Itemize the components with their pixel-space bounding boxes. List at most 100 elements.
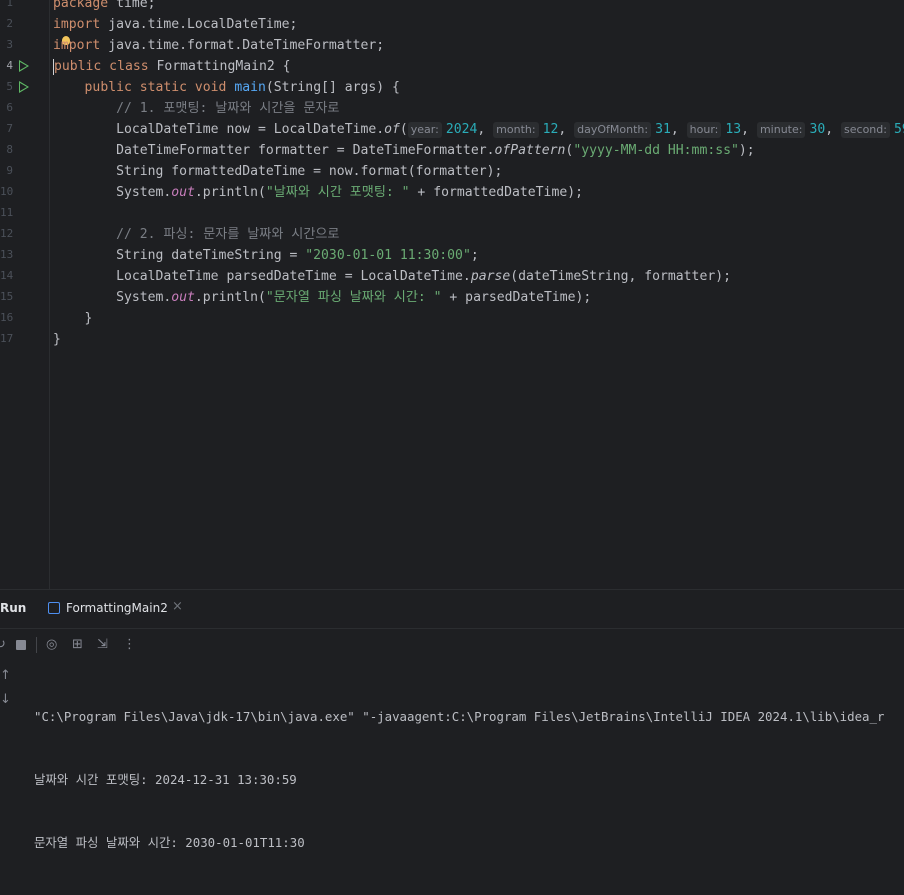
code-text: .println( bbox=[194, 290, 266, 305]
line-number: 9 bbox=[6, 164, 13, 177]
method-name: main bbox=[234, 80, 266, 95]
run-main-icon[interactable] bbox=[19, 81, 29, 93]
string-literal: "문자열 파싱 날짜와 시간: " bbox=[265, 290, 442, 305]
code-text: } bbox=[84, 311, 93, 326]
toolbar-divider bbox=[36, 637, 37, 653]
code-line-17[interactable]: 17 } bbox=[0, 329, 904, 350]
code-editor[interactable]: 1 package time; 2 import java.time.Local… bbox=[0, 0, 904, 589]
line-number: 6 bbox=[6, 101, 13, 114]
param-hint: minute: bbox=[756, 122, 806, 138]
comment: // 1. 포맷팅: 날짜와 시간을 문자로 bbox=[116, 101, 340, 116]
run-class-icon[interactable] bbox=[19, 60, 29, 72]
code-line-11[interactable]: 11 bbox=[0, 203, 904, 224]
param-hint: second: bbox=[841, 122, 890, 138]
param-hint: dayOfMonth: bbox=[574, 122, 652, 138]
run-tab-bar: Run FormattingMain2 × bbox=[0, 590, 904, 629]
keyword: public static void bbox=[84, 80, 227, 95]
code-line-6[interactable]: 6 // 1. 포맷팅: 날짜와 시간을 문자로 bbox=[0, 98, 904, 119]
stop-icon[interactable] bbox=[16, 640, 26, 650]
up-arrow-icon[interactable]: ↑ bbox=[0, 668, 11, 683]
run-config-icon bbox=[48, 602, 60, 614]
layout-icon[interactable]: ⊞ bbox=[72, 637, 83, 652]
number: 59 bbox=[893, 122, 904, 137]
code-text: + parsedDateTime); bbox=[441, 290, 592, 305]
code-text: System. bbox=[116, 290, 172, 305]
string-literal: "2030-01-01 11:30:00" bbox=[305, 248, 471, 263]
line-number: 13 bbox=[0, 248, 14, 261]
code-line-5[interactable]: 5 public static void main(String[] args)… bbox=[0, 77, 904, 98]
static-field: out bbox=[171, 290, 195, 305]
code-line-12[interactable]: 12 // 2. 파싱: 문자를 날짜와 시간으로 bbox=[0, 224, 904, 245]
code-text: System. bbox=[116, 185, 172, 200]
line-number: 1 bbox=[6, 0, 13, 9]
line-number: 2 bbox=[6, 17, 13, 30]
code-line-3[interactable]: 3 import java.time.format.DateTimeFormat… bbox=[0, 35, 904, 56]
keyword: public class bbox=[54, 59, 149, 74]
line-number: 14 bbox=[0, 269, 14, 282]
code-line-8[interactable]: 8 DateTimeFormatter formatter = DateTime… bbox=[0, 140, 904, 161]
keyword: package bbox=[53, 0, 109, 11]
line-number: 3 bbox=[6, 38, 13, 51]
line-number: 10 bbox=[0, 185, 14, 198]
number: 12 bbox=[542, 122, 559, 137]
code-line-9[interactable]: 9 String formattedDateTime = now.format(… bbox=[0, 161, 904, 182]
console-output[interactable]: "C:\Program Files\Java\jdk-17\bin\java.e… bbox=[34, 664, 884, 895]
code-text: LocalDateTime parsedDateTime = LocalDate… bbox=[116, 269, 471, 284]
line-number: 4 bbox=[6, 59, 13, 72]
code-text: java.time.format.DateTimeFormatter; bbox=[100, 38, 385, 53]
code-text: (String[] args) { bbox=[265, 80, 400, 95]
number: 31 bbox=[655, 122, 671, 137]
code-text: + formattedDateTime); bbox=[409, 185, 583, 200]
code-text: FormattingMain2 { bbox=[148, 59, 291, 74]
string-literal: "날짜와 시간 포맷팅: " bbox=[265, 185, 410, 200]
scroll-to-end-icon[interactable]: ⇲ bbox=[97, 637, 108, 652]
rerun-icon[interactable]: ↻ bbox=[0, 637, 6, 652]
static-field: out bbox=[171, 185, 195, 200]
code-text: } bbox=[53, 332, 61, 347]
comment: // 2. 파싱: 문자를 날짜와 시간으로 bbox=[116, 227, 340, 242]
method-name: ofPattern bbox=[494, 143, 566, 158]
number: 13 bbox=[725, 122, 742, 137]
code-text: java.time.LocalDateTime; bbox=[100, 17, 298, 32]
down-arrow-icon[interactable]: ↓ bbox=[0, 692, 11, 707]
code-text: LocalDateTime now = LocalDateTime. bbox=[116, 122, 385, 137]
code-line-1[interactable]: 1 package time; bbox=[0, 0, 904, 14]
line-number: 5 bbox=[6, 80, 13, 93]
code-text: time; bbox=[108, 0, 156, 11]
method-name: parse bbox=[470, 269, 511, 284]
code-text: String formattedDateTime = now.format(fo… bbox=[116, 164, 503, 179]
camera-icon[interactable]: ◎ bbox=[46, 637, 57, 652]
more-options-icon[interactable]: ⋮ bbox=[123, 637, 136, 652]
code-text: .println( bbox=[194, 185, 266, 200]
line-number: 12 bbox=[0, 227, 14, 240]
line-number: 15 bbox=[0, 290, 14, 303]
tab-formattingmain2[interactable]: FormattingMain2 × bbox=[44, 590, 194, 628]
close-icon[interactable]: × bbox=[172, 599, 183, 614]
method-name: of bbox=[384, 122, 400, 137]
code-line-15[interactable]: 15 System.out.println("문자열 파싱 날짜와 시간: " … bbox=[0, 287, 904, 308]
code-line-7[interactable]: 7 LocalDateTime now = LocalDateTime.of(y… bbox=[0, 119, 904, 140]
code-line-14[interactable]: 14 LocalDateTime parsedDateTime = LocalD… bbox=[0, 266, 904, 287]
line-number: 17 bbox=[0, 332, 14, 345]
console-side-toolbar: ↑ ↓ bbox=[0, 662, 20, 724]
line-number: 11 bbox=[0, 206, 14, 219]
keyword: import bbox=[53, 17, 101, 32]
console-line: 문자열 파싱 날짜와 시간: 2030-01-01T11:30 bbox=[34, 835, 305, 850]
console-line: 날짜와 시간 포맷팅: 2024-12-31 13:30:59 bbox=[34, 772, 297, 787]
code-text: String dateTimeString = bbox=[116, 248, 306, 263]
string-literal: "yyyy-MM-dd HH:mm:ss" bbox=[573, 143, 739, 158]
line-number: 7 bbox=[6, 122, 13, 135]
code-line-10[interactable]: 10 System.out.println("날짜와 시간 포맷팅: " + f… bbox=[0, 182, 904, 203]
number: 30 bbox=[809, 122, 826, 137]
code-line-2[interactable]: 2 import java.time.LocalDateTime; bbox=[0, 14, 904, 35]
code-line-4[interactable]: 4 public class FormattingMain2 { bbox=[0, 56, 904, 77]
number: 2024 bbox=[445, 122, 478, 137]
code-line-16[interactable]: 16 } bbox=[0, 308, 904, 329]
code-line-13[interactable]: 13 String dateTimeString = "2030-01-01 1… bbox=[0, 245, 904, 266]
param-hint: month: bbox=[493, 122, 539, 138]
run-panel-title: Run bbox=[0, 601, 27, 615]
tab-label: FormattingMain2 bbox=[66, 601, 168, 615]
line-number: 8 bbox=[6, 143, 13, 156]
keyword: import bbox=[53, 38, 101, 53]
console-line: "C:\Program Files\Java\jdk-17\bin\java.e… bbox=[34, 709, 885, 724]
